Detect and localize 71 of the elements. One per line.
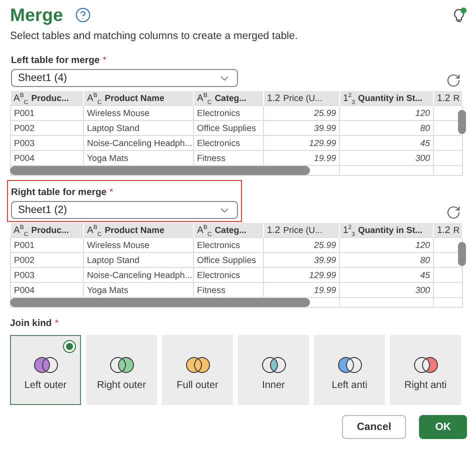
radio-icon [63,340,76,353]
table-cell: Electronics [194,268,264,282]
table-cell: P003 [10,136,84,150]
table-cell: 45 [340,268,434,282]
table-cell: Noise-Canceling Headph... [84,136,194,150]
table-cell: 129.99 [264,268,340,282]
lightbulb-icon[interactable] [453,7,467,23]
join-kind-option[interactable]: Full outer [162,335,233,405]
required-mark: * [102,55,106,66]
refresh-icon[interactable] [446,73,461,88]
table-cell: 25.99 [264,238,340,252]
help-icon[interactable] [75,7,92,23]
table-cell: P003 [10,268,84,282]
cancel-button[interactable]: Cancel [342,415,406,439]
table-cell: Electronics [194,136,264,150]
column-header[interactable]: A$^{B}$$_{C}$ Product Name [84,223,194,238]
table-cell: 80 [340,120,434,136]
field-label: Join kind [10,318,52,329]
table-cell: 39.99 [264,252,340,268]
description-text: Select tables and matching columns to create a merged table. [10,30,299,42]
table-dropdown[interactable]: Sheet1 (4) [11,69,238,87]
table-cell: 25.99 [264,106,340,120]
table-dropdown[interactable]: Sheet1 (2) [11,201,238,219]
table-cell: 80 [340,252,434,268]
refresh-icon[interactable] [446,205,461,220]
column-header[interactable]: 1.2 Price (U... [264,91,340,106]
table-cell: 45 [340,136,434,150]
table-cell: Office Supplies [194,120,264,136]
join-kind-option[interactable]: Right anti [390,335,461,405]
table-cell: 120 [340,238,434,252]
join-kind-option[interactable]: Right outer [86,335,157,405]
horizontal-scrollbar[interactable] [10,298,310,307]
required-mark: * [110,187,114,198]
column-header[interactable]: A$^{B}$$_{C}$ Categ... [194,91,264,106]
column-header[interactable]: A$^{B}$$_{C}$ Categ... [194,223,264,238]
table-cell: 300 [340,282,434,298]
vertical-scrollbar[interactable] [458,110,466,134]
table-cell: 300 [340,150,434,166]
table-cell: Laptop Stand [84,252,194,268]
table-cell: Electronics [194,106,264,120]
table-cell: Noise-Canceling Headph... [84,268,194,282]
column-header[interactable]: A$^{B}$$_{C}$ Produc... [10,91,84,106]
table-cell: 120 [340,106,434,120]
column-header[interactable]: A$^{B}$$_{C}$ Product Name [84,91,194,106]
column-header[interactable]: 1.2 R [434,223,462,238]
field-label: Left table for merge [11,55,100,66]
table-cell: Wireless Mouse [84,238,194,252]
table-cell: 39.99 [264,120,340,136]
horizontal-scrollbar[interactable] [10,166,310,175]
join-kind-option[interactable]: Inner [238,335,309,405]
column-header[interactable]: 1.2 R [434,91,462,106]
table-cell: Office Supplies [194,252,264,268]
table-cell: P002 [10,252,84,268]
column-header[interactable]: 1$^{2}$$_{3}$ Quantity in St... [340,91,434,106]
dialog-title: Merge [10,4,64,26]
column-header[interactable]: 1$^{2}$$_{3}$ Quantity in St... [340,223,434,238]
join-kind-option[interactable]: Left outer [10,335,81,405]
ok-button[interactable]: OK [419,415,467,439]
table-cell: P001 [10,106,84,120]
join-kind-option[interactable]: Left anti [314,335,385,405]
table-cell: P002 [10,120,84,136]
column-header[interactable]: 1.2 Price (U... [264,223,340,238]
column-header[interactable]: A$^{B}$$_{C}$ Produc... [10,223,84,238]
table-cell: Laptop Stand [84,120,194,136]
vertical-scrollbar[interactable] [458,242,466,266]
required-mark: * [54,318,58,329]
table-cell: 129.99 [264,136,340,150]
field-label: Right table for merge [11,187,107,198]
table-cell: P001 [10,238,84,252]
table-cell: Wireless Mouse [84,106,194,120]
table-cell: Electronics [194,238,264,252]
